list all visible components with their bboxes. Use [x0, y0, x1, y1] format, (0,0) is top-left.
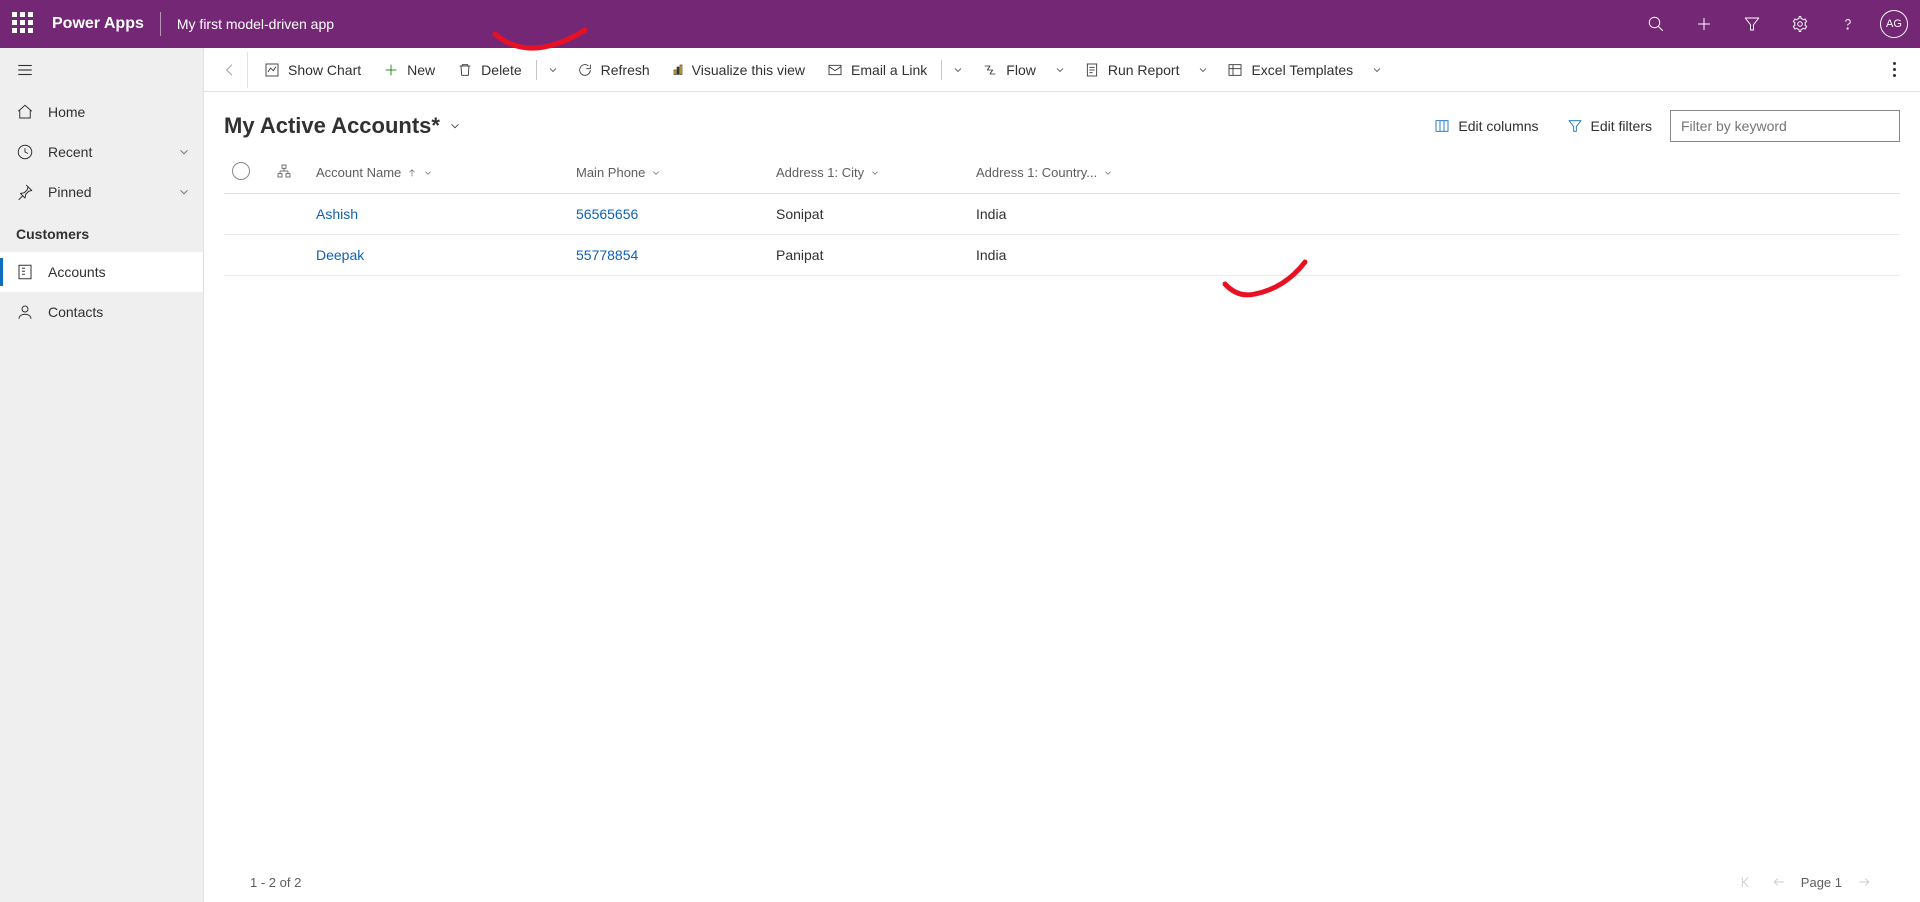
edit-columns-label: Edit columns: [1458, 118, 1538, 134]
nav-home[interactable]: Home: [0, 92, 203, 132]
hamburger-toggle[interactable]: [0, 48, 203, 92]
email-link-label: Email a Link: [851, 62, 927, 78]
delete-split-chevron[interactable]: [541, 52, 565, 88]
show-chart-button[interactable]: Show Chart: [254, 52, 371, 88]
nav-contacts-label: Contacts: [48, 304, 103, 320]
excel-templates-button[interactable]: Excel Templates: [1217, 52, 1363, 88]
show-chart-label: Show Chart: [288, 62, 361, 78]
filter-icon[interactable]: [1730, 0, 1774, 48]
run-report-label: Run Report: [1108, 62, 1180, 78]
flow-button[interactable]: Flow: [972, 52, 1046, 88]
search-icon[interactable]: [1634, 0, 1678, 48]
account-link[interactable]: Deepak: [316, 247, 364, 263]
city-cell: Sonipat: [776, 206, 823, 222]
help-icon[interactable]: [1826, 0, 1870, 48]
excel-templates-label: Excel Templates: [1251, 62, 1353, 78]
col-main-phone-label: Main Phone: [576, 165, 645, 180]
keyword-filter-input[interactable]: [1670, 110, 1900, 142]
nav-recent-label: Recent: [48, 144, 92, 160]
main-area: Show Chart New Delete Refresh Visualize …: [204, 48, 1920, 902]
nav-pinned[interactable]: Pinned: [0, 172, 203, 212]
view-title: My Active Accounts*: [224, 113, 440, 139]
nav-home-label: Home: [48, 104, 85, 120]
email-link-button[interactable]: Email a Link: [817, 52, 937, 88]
back-button[interactable]: [212, 52, 248, 88]
run-report-chevron[interactable]: [1191, 52, 1215, 88]
chevron-down-icon: [177, 145, 191, 159]
email-split-chevron[interactable]: [946, 52, 970, 88]
hierarchy-header[interactable]: [268, 152, 308, 194]
visualize-label: Visualize this view: [692, 62, 805, 78]
col-main-phone[interactable]: Main Phone: [568, 152, 768, 194]
app-name-label: My first model-driven app: [177, 16, 334, 32]
brand-label: Power Apps: [52, 15, 144, 33]
select-all-header[interactable]: [224, 152, 268, 194]
avatar-initials: AG: [1886, 18, 1902, 30]
col-city[interactable]: Address 1: City: [768, 152, 968, 194]
edit-filters-button[interactable]: Edit filters: [1557, 112, 1662, 140]
grid-footer: 1 - 2 of 2 Page 1: [224, 862, 1900, 902]
add-icon[interactable]: [1682, 0, 1726, 48]
top-app-bar: Power Apps My first model-driven app AG: [0, 0, 1920, 48]
split-divider: [941, 60, 942, 80]
chevron-down-icon: [1103, 168, 1113, 178]
pager-next-button[interactable]: [1854, 872, 1874, 892]
nav-accounts[interactable]: Accounts: [0, 252, 203, 292]
chevron-down-icon: [448, 119, 462, 133]
chevron-down-icon: [870, 168, 880, 178]
app-launcher-icon[interactable]: [12, 12, 36, 36]
flow-chevron[interactable]: [1048, 52, 1072, 88]
edit-columns-button[interactable]: Edit columns: [1424, 112, 1548, 140]
col-city-label: Address 1: City: [776, 165, 864, 180]
nav-pinned-label: Pinned: [48, 184, 92, 200]
pager-first-button[interactable]: [1737, 872, 1757, 892]
new-button[interactable]: New: [373, 52, 445, 88]
pager-prev-button[interactable]: [1769, 872, 1789, 892]
data-grid: Account Name Main Phone Address 1: City: [224, 152, 1900, 276]
phone-link[interactable]: 55778854: [576, 247, 638, 263]
settings-icon[interactable]: [1778, 0, 1822, 48]
command-bar: Show Chart New Delete Refresh Visualize …: [204, 48, 1920, 92]
split-divider: [536, 60, 537, 80]
refresh-label: Refresh: [601, 62, 650, 78]
excel-templates-chevron[interactable]: [1365, 52, 1389, 88]
command-overflow-button[interactable]: [1876, 52, 1912, 88]
user-avatar[interactable]: AG: [1880, 10, 1908, 38]
city-cell: Panipat: [776, 247, 823, 263]
delete-button[interactable]: Delete: [447, 52, 531, 88]
refresh-button[interactable]: Refresh: [567, 52, 660, 88]
chevron-down-icon: [423, 168, 433, 178]
flow-label: Flow: [1006, 62, 1036, 78]
run-report-button[interactable]: Run Report: [1074, 52, 1190, 88]
nav-accounts-label: Accounts: [48, 264, 106, 280]
visualize-button[interactable]: Visualize this view: [662, 52, 815, 88]
chevron-down-icon: [651, 168, 661, 178]
col-country[interactable]: Address 1: Country...: [968, 152, 1168, 194]
chevron-down-icon: [177, 185, 191, 199]
country-cell: India: [976, 247, 1006, 263]
col-account-name-label: Account Name: [316, 165, 401, 180]
view-picker[interactable]: My Active Accounts*: [224, 113, 462, 139]
country-cell: India: [976, 206, 1006, 222]
edit-filters-label: Edit filters: [1591, 118, 1652, 134]
phone-link[interactable]: 56565656: [576, 206, 638, 222]
sort-asc-icon: [407, 168, 417, 178]
nav-recent[interactable]: Recent: [0, 132, 203, 172]
table-row[interactable]: Ashish 56565656 Sonipat India: [224, 194, 1900, 235]
more-vertical-icon: [1893, 62, 1896, 77]
account-link[interactable]: Ashish: [316, 206, 358, 222]
vertical-divider: [160, 12, 161, 36]
row-count-label: 1 - 2 of 2: [250, 875, 301, 890]
col-country-label: Address 1: Country...: [976, 165, 1097, 180]
table-row[interactable]: Deepak 55778854 Panipat India: [224, 235, 1900, 276]
page-label: Page 1: [1801, 875, 1842, 890]
nav-section-customers: Customers: [0, 212, 203, 252]
nav-contacts[interactable]: Contacts: [0, 292, 203, 332]
left-nav: Home Recent Pinned Customers Accounts Co…: [0, 48, 204, 902]
new-label: New: [407, 62, 435, 78]
col-account-name[interactable]: Account Name: [308, 152, 568, 194]
delete-label: Delete: [481, 62, 521, 78]
